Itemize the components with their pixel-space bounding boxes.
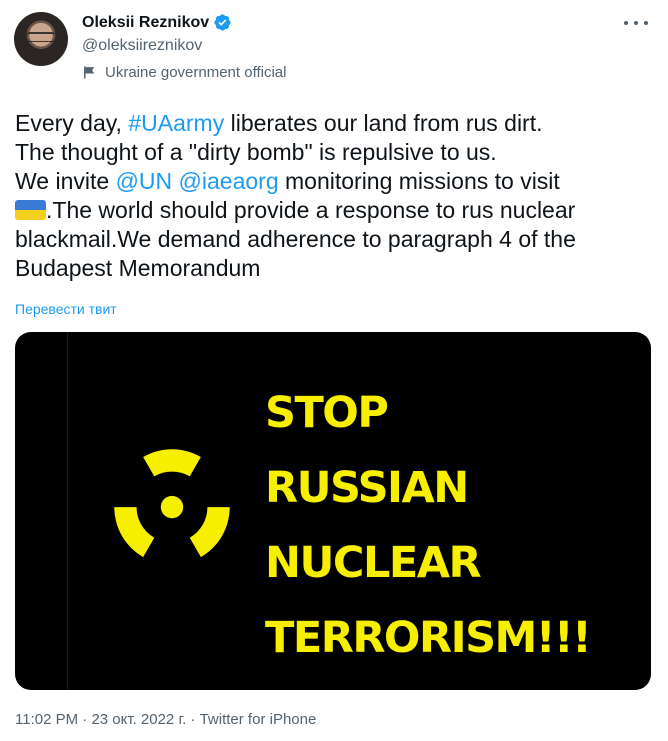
verified-badge-icon [214,14,231,31]
dot [644,21,648,25]
text: liberates our land from rus dirt. [224,110,543,136]
avatar-glasses [27,32,55,42]
text: .The world should provide a response to … [46,197,576,223]
flag-icon [84,66,95,79]
text: We invite [15,168,116,194]
tweet-line-4: .The world should provide a response to … [15,196,660,225]
tweet-date[interactable]: 23 окт. 2022 г. [91,711,186,728]
mention-iaea-link[interactable]: @iaeaorg [179,168,279,194]
tweet-line-2: The thought of a "dirty bomb" is repulsi… [15,139,497,165]
more-options-icon[interactable] [624,14,648,32]
tweet-line-3: We invite @UN @iaeaorg monitoring missio… [15,167,660,196]
tweet-text: Every day, #UAarmy liberates our land fr… [15,109,660,283]
slogan-text: STOP RUSSIAN NUCLEAR TERRORISM!!! [265,376,592,676]
radiation-icon [114,449,230,558]
author-handle[interactable]: @oleksiireznikov [82,37,202,55]
slogan-line-2: RUSSIAN [265,463,469,513]
dot [624,21,628,25]
government-label-text: Ukraine government official [105,64,287,81]
image-divider [67,332,68,690]
tweet-line-1: Every day, #UAarmy liberates our land fr… [15,109,660,138]
dot [634,21,638,25]
mention-un-link[interactable]: @UN [116,168,173,194]
ukraine-flag-icon [15,200,46,220]
slogan-line-3: NUCLEAR [265,538,482,588]
avatar[interactable] [14,12,68,66]
slogan-line-1: STOP [265,388,389,438]
tweet-time[interactable]: 11:02 PM [15,711,78,728]
author-name[interactable]: Oleksii Reznikov [82,14,209,32]
tweet-source[interactable]: Twitter for iPhone [200,711,317,728]
separator: · [186,711,200,728]
hashtag-link[interactable]: #UAarmy [128,110,224,136]
tweet-line-6: Budapest Memorandum [15,255,261,281]
separator: · [78,711,92,728]
slogan-line-4: TERRORISM!!! [265,613,592,663]
text: monitoring missions to visit [278,168,560,194]
translate-tweet-link[interactable]: Перевести твит [15,301,117,317]
tweet-image[interactable]: STOP RUSSIAN NUCLEAR TERRORISM!!! [15,332,651,690]
text: Every day, [15,110,129,136]
author-name-row: Oleksii Reznikov [82,13,232,32]
tweet: Oleksii Reznikov @oleksiireznikov Ukrain… [0,0,668,741]
tweet-footer: 11:02 PM · 23 окт. 2022 г. · Twitter for… [15,711,316,728]
government-label: Ukraine government official [82,64,286,81]
tweet-line-5: blackmail.We demand adherence to paragra… [15,226,576,252]
